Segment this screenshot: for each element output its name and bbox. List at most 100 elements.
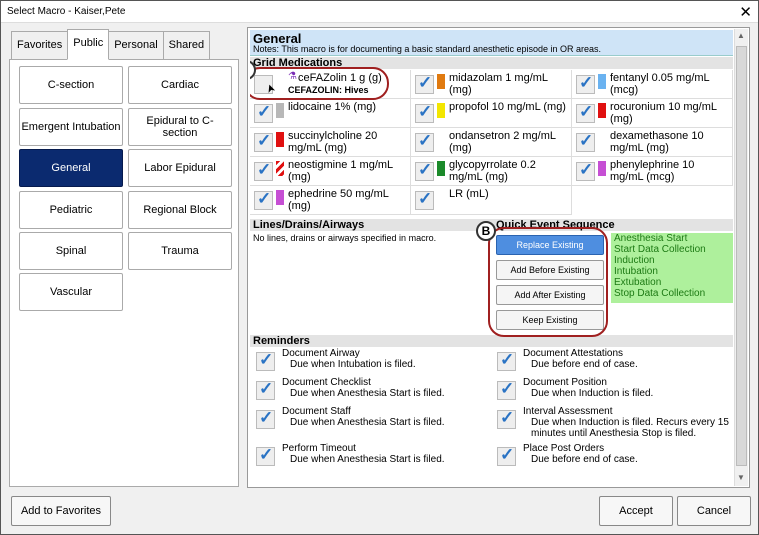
reminder-checkbox[interactable]	[497, 445, 516, 466]
scroll-down-icon[interactable]: ▼	[737, 473, 745, 482]
footer-bar: Add to Favorites Accept Cancel	[1, 491, 758, 534]
med-name: neostigmine 1 mg/mL (mg)	[288, 159, 393, 183]
med-color-swatch	[437, 161, 445, 176]
macro-button-trauma[interactable]: Trauma	[128, 232, 232, 270]
reminder-subtext: Due when Anesthesia Start is filed.	[290, 417, 445, 428]
macro-list-pane: Favorites Public Personal Shared C-secti…	[9, 29, 239, 487]
med-checkbox[interactable]	[415, 102, 434, 123]
reminder-checkbox[interactable]	[256, 350, 275, 371]
med-cell: dexamethasone 10 mg/mL (mg)	[572, 128, 733, 157]
med-checkbox[interactable]	[254, 131, 273, 152]
med-color-swatch	[598, 132, 606, 147]
med-checkbox[interactable]	[254, 189, 273, 210]
macro-button-labor-epidural[interactable]: Labor Epidural	[128, 149, 232, 187]
lines-text: No lines, drains or airways specified in…	[253, 233, 437, 243]
med-checkbox[interactable]	[576, 131, 595, 152]
window-title: Select Macro - Kaiser,Pete	[7, 6, 126, 17]
reminder-checkbox[interactable]	[497, 379, 516, 400]
med-name: rocuronium 10 mg/mL (mg)	[610, 101, 717, 125]
macro-detail-pane: General Notes: This macro is for documen…	[247, 27, 750, 488]
lines-label: Lines/Drains/Airways	[253, 219, 365, 231]
event-item: Induction	[614, 255, 655, 266]
med-color-swatch	[276, 190, 284, 205]
med-cell: ondansetron 2 mg/mL (mg)	[411, 128, 572, 157]
med-checkbox[interactable]	[415, 73, 434, 94]
accept-button[interactable]: Accept	[599, 496, 673, 526]
reminder-title: Interval Assessment	[523, 406, 613, 417]
title-bar: Select Macro - Kaiser,Pete ✕	[1, 1, 758, 23]
macro-header: General Notes: This macro is for documen…	[250, 30, 733, 56]
reminder-checkbox[interactable]	[256, 379, 275, 400]
reminder-item: Document PositionDue when Induction is f…	[491, 377, 731, 407]
med-name: midazolam 1 mg/mL (mg)	[449, 72, 548, 96]
callout-a-outline	[250, 67, 389, 100]
med-cell: propofol 10 mg/mL (mg)	[411, 99, 572, 128]
med-name: lidocaine 1% (mg)	[288, 101, 377, 113]
med-color-swatch	[276, 132, 284, 147]
tab-public[interactable]: Public	[67, 29, 110, 60]
reminder-subtext: Due when Induction is filed. Recurs ever…	[531, 417, 729, 439]
macro-button-general[interactable]: General	[19, 149, 123, 187]
event-item: Anesthesia Start	[614, 233, 688, 244]
med-checkbox[interactable]	[415, 160, 434, 181]
med-name: propofol 10 mg/mL (mg)	[449, 101, 566, 113]
callout-b-badge: B	[476, 221, 496, 241]
tab-shared[interactable]: Shared	[162, 31, 211, 60]
med-checkbox[interactable]	[576, 102, 595, 123]
event-item: Intubation	[614, 266, 658, 277]
macro-notes: Notes: This macro is for documenting a b…	[253, 44, 602, 54]
quick-event-list: Anesthesia Start Start Data Collection I…	[611, 233, 733, 303]
med-checkbox[interactable]	[415, 189, 434, 210]
reminder-checkbox[interactable]	[256, 408, 275, 429]
med-color-swatch	[276, 161, 284, 176]
med-checkbox[interactable]	[254, 102, 273, 123]
macro-button-cardiac[interactable]: Cardiac	[128, 66, 232, 104]
scrollbar-thumb[interactable]	[736, 46, 747, 466]
med-color-swatch	[598, 161, 606, 176]
add-to-favorites-button[interactable]: Add to Favorites	[11, 496, 111, 526]
reminder-title: Document Attestations	[523, 348, 624, 359]
cancel-button[interactable]: Cancel	[677, 496, 751, 526]
reminder-title: Document Position	[523, 377, 607, 388]
med-name: ephedrine 50 mg/mL (mg)	[288, 188, 389, 212]
tab-favorites[interactable]: Favorites	[11, 31, 69, 60]
med-checkbox[interactable]	[254, 160, 273, 181]
reminder-title: Perform Timeout	[282, 443, 356, 454]
reminder-title: Document Checklist	[282, 377, 371, 388]
med-name: fentanyl 0.05 mg/mL (mcg)	[610, 72, 710, 96]
med-checkbox[interactable]	[415, 131, 434, 152]
callout-b-outline	[488, 227, 608, 337]
reminder-subtext: Due before end of case.	[531, 454, 638, 465]
macro-detail-content: General Notes: This macro is for documen…	[250, 30, 733, 485]
macro-button-pediatric[interactable]: Pediatric	[19, 191, 123, 229]
reminder-item: Document StaffDue when Anesthesia Start …	[250, 406, 490, 436]
macro-button-regional-block[interactable]: Regional Block	[128, 191, 232, 229]
close-icon[interactable]: ✕	[739, 3, 752, 21]
med-cell: phenylephrine 10 mg/mL (mcg)	[572, 157, 733, 186]
med-checkbox[interactable]	[576, 160, 595, 181]
reminder-checkbox[interactable]	[256, 445, 275, 466]
macro-button-emergent-intubation[interactable]: Emergent Intubation	[19, 108, 123, 146]
macro-button-vascular[interactable]: Vascular	[19, 273, 123, 311]
reminder-item: Document AttestationsDue before end of c…	[491, 348, 731, 378]
med-color-swatch	[276, 103, 284, 118]
scroll-up-icon[interactable]: ▲	[737, 31, 745, 40]
med-cell: rocuronium 10 mg/mL (mg)	[572, 99, 733, 128]
med-color-swatch	[598, 103, 606, 118]
macro-button-spinal[interactable]: Spinal	[19, 232, 123, 270]
macro-button-epidural-to-c-section[interactable]: Epidural to C-section	[128, 108, 232, 146]
macro-button-c-section[interactable]: C-section	[19, 66, 123, 104]
reminder-checkbox[interactable]	[497, 350, 516, 371]
med-color-swatch	[437, 103, 445, 118]
reminder-item: Document AirwayDue when Intubation is fi…	[250, 348, 490, 378]
med-checkbox[interactable]	[576, 73, 595, 94]
reminder-item: Perform TimeoutDue when Anesthesia Start…	[250, 443, 490, 473]
reminder-checkbox[interactable]	[497, 408, 516, 429]
reminder-subtext: Due when Induction is filed.	[531, 388, 654, 399]
detail-scrollbar[interactable]: ▲ ▼	[734, 29, 748, 486]
med-color-swatch	[437, 190, 445, 205]
tab-personal[interactable]: Personal	[108, 31, 164, 60]
med-name: glycopyrrolate 0.2 mg/mL (mg)	[449, 159, 536, 183]
med-color-swatch	[437, 132, 445, 147]
event-item: Extubation	[614, 277, 662, 288]
